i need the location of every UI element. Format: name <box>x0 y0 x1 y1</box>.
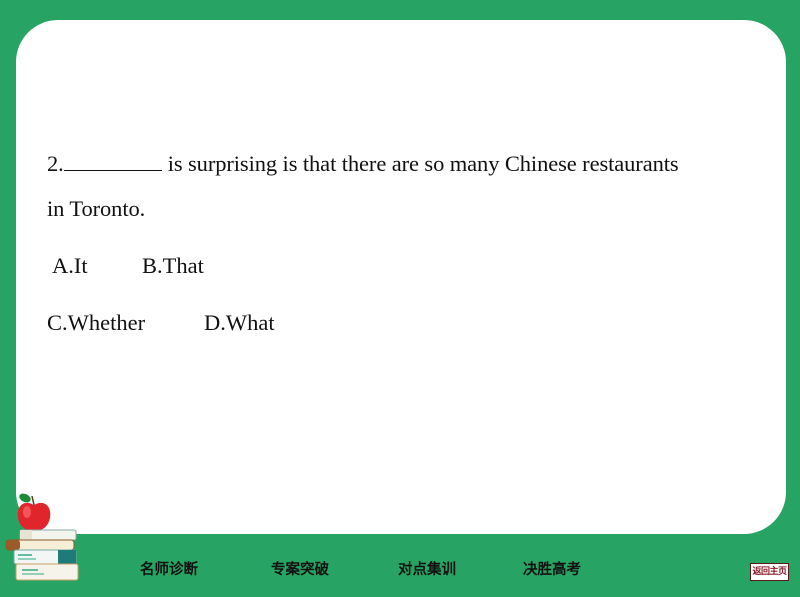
content-panel <box>16 20 786 534</box>
question-number: 2. <box>47 151 64 176</box>
nav-item-exam-victory[interactable]: 决胜高考 <box>523 558 581 579</box>
home-button[interactable]: 返回主页 <box>750 563 789 581</box>
question-line-2: in Toronto. <box>47 196 146 221</box>
option-c[interactable]: C.Whether <box>47 310 145 336</box>
nav-item-targeted-practice[interactable]: 对点集训 <box>398 558 456 579</box>
nav-item-teacher-diagnosis[interactable]: 名师诊断 <box>140 558 198 579</box>
option-d[interactable]: D.What <box>204 310 275 336</box>
question-line-1: 2. is surprising is that there are so man… <box>47 151 679 177</box>
option-b[interactable]: B.That <box>142 253 204 279</box>
nav-item-topic-breakthrough[interactable]: 专案突破 <box>271 558 329 579</box>
answer-blank <box>63 152 162 171</box>
question-text: is surprising is that there are so many … <box>167 151 679 176</box>
option-a[interactable]: A.It <box>52 253 88 279</box>
apple-books-icon <box>5 493 79 581</box>
